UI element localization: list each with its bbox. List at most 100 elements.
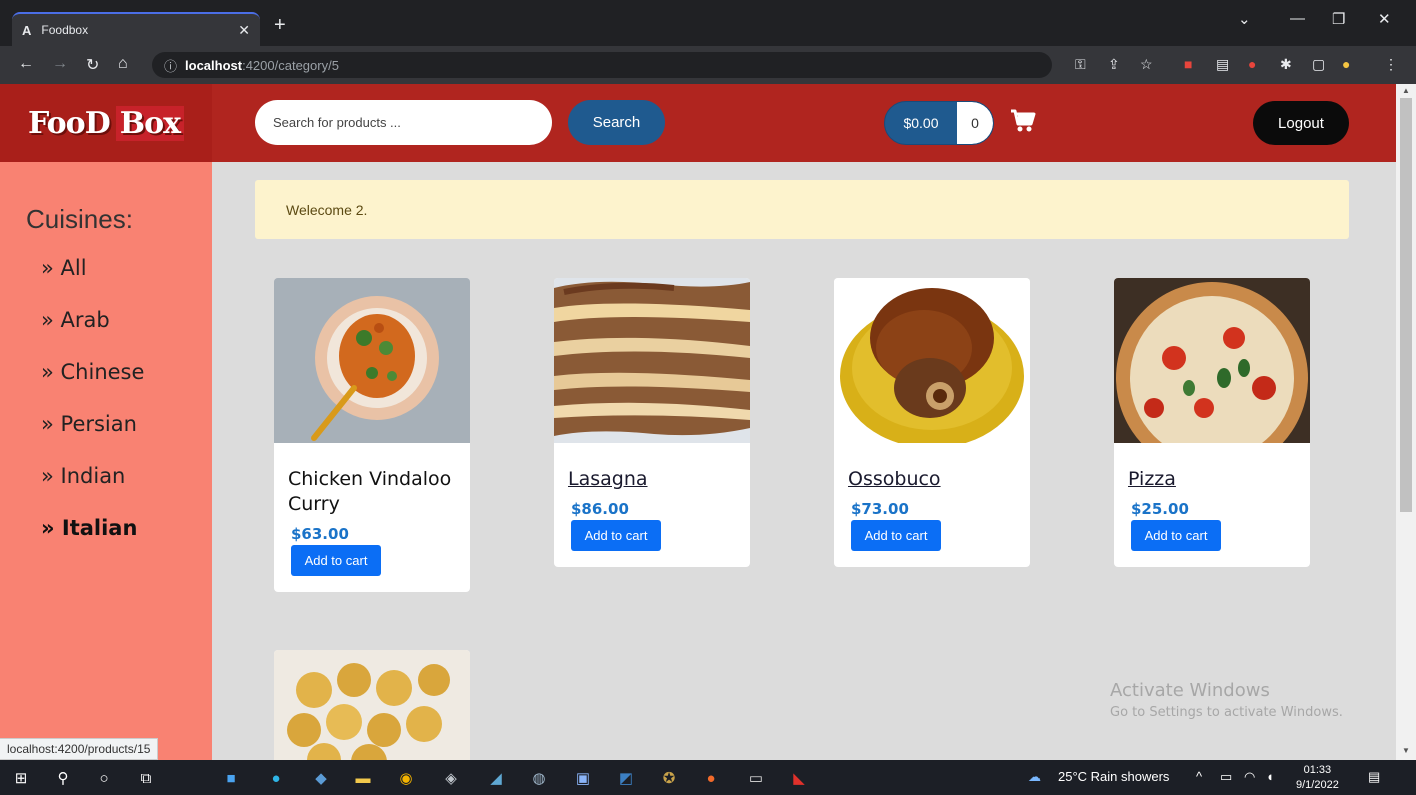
- tab-search-icon[interactable]: ⌄: [1238, 10, 1251, 28]
- bookmark-star-icon[interactable]: ☆: [1140, 56, 1153, 73]
- browser-tab[interactable]: A Foodbox ✕: [12, 12, 260, 46]
- scroll-up-icon[interactable]: ▲: [1402, 86, 1410, 95]
- browser-toolbar: ← → ↻ ⌂ ⓘ localhost :4200/category/5 ⚿ ⇪…: [0, 46, 1416, 84]
- extension-icon[interactable]: ▤: [1216, 56, 1229, 73]
- search-icon[interactable]: ⚲: [52, 767, 74, 789]
- product-price: $25.00: [1131, 500, 1189, 518]
- app-icon[interactable]: ▣: [572, 767, 594, 789]
- app-icon[interactable]: ◍: [528, 767, 550, 789]
- cart-amount: $0.00: [903, 115, 939, 131]
- status-url-tooltip: localhost:4200/products/15: [0, 738, 159, 760]
- tab-close-icon[interactable]: ✕: [238, 22, 250, 39]
- app-icon[interactable]: ◆: [310, 767, 332, 789]
- minimize-icon[interactable]: —: [1290, 10, 1305, 27]
- ossobuco-image[interactable]: [834, 278, 1030, 443]
- product-name-link[interactable]: Lasagna: [568, 467, 736, 492]
- terminal-icon[interactable]: ▭: [745, 767, 767, 789]
- cortana-icon[interactable]: ○: [93, 767, 115, 789]
- lasagna-image[interactable]: [554, 278, 750, 443]
- tray-chevron-icon[interactable]: ^: [1196, 769, 1202, 784]
- edge-icon[interactable]: ●: [265, 767, 287, 789]
- clock-date: 9/1/2022: [1296, 779, 1339, 791]
- side-panel-icon[interactable]: ▢: [1312, 56, 1325, 73]
- product-price: $86.00: [571, 500, 629, 518]
- site-info-icon[interactable]: ⓘ: [164, 56, 177, 75]
- page-scrollbar[interactable]: ▲ ▼: [1396, 84, 1416, 760]
- extension-icon[interactable]: ■: [1184, 56, 1192, 72]
- sidebar-item-persian[interactable]: » Persian: [41, 412, 137, 436]
- url-path: :4200/category/5: [242, 57, 339, 73]
- app-icon[interactable]: ✪: [658, 767, 680, 789]
- address-bar[interactable]: ⓘ localhost :4200/category/5: [152, 52, 1052, 78]
- url-host: localhost: [185, 57, 243, 73]
- sidebar-item-all[interactable]: » All: [41, 256, 87, 280]
- back-icon[interactable]: ←: [18, 55, 34, 73]
- task-view-icon[interactable]: ⧉: [135, 767, 157, 789]
- notification-icon[interactable]: ▤: [1368, 769, 1380, 785]
- sidebar-item-indian[interactable]: » Indian: [41, 464, 125, 488]
- add-to-cart-button[interactable]: Add to cart: [1131, 520, 1221, 551]
- menu-icon[interactable]: ⋮: [1384, 56, 1398, 73]
- key-icon[interactable]: ⚿: [1075, 56, 1086, 73]
- activate-windows-watermark: Activate Windows Go to Settings to activ…: [1110, 680, 1343, 720]
- scrollbar-thumb[interactable]: [1400, 98, 1412, 512]
- app-icon[interactable]: ◩: [615, 767, 637, 789]
- file-explorer-icon[interactable]: ▬: [352, 767, 374, 789]
- product-card: Pizza $25.00 Add to cart: [1114, 278, 1310, 567]
- chrome-icon[interactable]: ◉: [395, 767, 417, 789]
- weather-text[interactable]: 25°C Rain showers: [1058, 769, 1169, 784]
- logo[interactable]: FooD Box: [0, 84, 212, 162]
- pdf-reader-icon[interactable]: ◣: [788, 767, 810, 789]
- product-name-link[interactable]: Ossobuco: [848, 467, 1016, 492]
- welcome-alert: Welecome 2.: [255, 180, 1349, 239]
- welcome-text: Welecome 2.: [286, 201, 368, 218]
- sidebar-item-italian[interactable]: » Italian: [41, 516, 137, 540]
- product-name-link[interactable]: Pizza: [1128, 467, 1296, 492]
- product-price: $73.00: [851, 500, 909, 518]
- page-viewport: FooDBox Search $0.00 0 Logout Cuisines: …: [0, 84, 1396, 760]
- reload-icon[interactable]: ↻: [86, 55, 99, 75]
- extension-icon[interactable]: ●: [1248, 56, 1256, 72]
- volume-icon[interactable]: ◖: [1266, 769, 1274, 784]
- puzzle-icon[interactable]: ✱: [1280, 56, 1292, 73]
- search-input[interactable]: [255, 100, 552, 145]
- new-tab-icon[interactable]: +: [274, 14, 286, 37]
- restore-icon[interactable]: ❐: [1332, 10, 1345, 28]
- sidebar-item-chinese[interactable]: » Chinese: [41, 360, 144, 384]
- tab-title: Foodbox: [41, 23, 89, 37]
- cart-status[interactable]: $0.00 0: [884, 101, 994, 145]
- close-window-icon[interactable]: ✕: [1378, 10, 1391, 28]
- product-card: Chicken Vindaloo Curry $63.00 Add to car…: [274, 278, 470, 592]
- product-card: [274, 650, 470, 760]
- logout-button[interactable]: Logout: [1253, 101, 1349, 145]
- shopping-cart-icon[interactable]: [1010, 108, 1036, 134]
- add-to-cart-button[interactable]: Add to cart: [291, 545, 381, 576]
- windows-start-icon[interactable]: ⊞: [10, 767, 32, 789]
- curry-bowl-image[interactable]: [274, 278, 470, 443]
- battery-icon[interactable]: ▭: [1220, 769, 1232, 785]
- profile-avatar[interactable]: ●: [1342, 56, 1350, 72]
- home-icon[interactable]: ⌂: [118, 55, 128, 73]
- product-card: Ossobuco $73.00 Add to cart: [834, 278, 1030, 567]
- pizza-image[interactable]: [1114, 278, 1310, 443]
- forward-icon[interactable]: →: [52, 55, 68, 73]
- watermark-title: Activate Windows: [1110, 680, 1270, 701]
- taskbar: ⊞ ⚲ ○ ⧉ ■ ● ◆ ▬ ◉ ◈ ◢ ◍ ▣ ◩ ✪ ● ▭ ◣ ☁ 25…: [0, 760, 1416, 795]
- share-icon[interactable]: ⇪: [1108, 56, 1120, 73]
- dumplings-image[interactable]: [274, 650, 470, 760]
- app-icon[interactable]: ●: [700, 767, 722, 789]
- scroll-down-icon[interactable]: ▼: [1402, 746, 1410, 755]
- app-icon[interactable]: ◢: [485, 767, 507, 789]
- weather-icon: ☁: [1028, 769, 1041, 784]
- logo-text-food: FooD: [28, 105, 111, 141]
- system-clock[interactable]: 01:33 9/1/2022: [1296, 763, 1339, 793]
- store-icon[interactable]: ■: [220, 767, 242, 789]
- wifi-icon[interactable]: ◠: [1244, 769, 1255, 785]
- add-to-cart-button[interactable]: Add to cart: [851, 520, 941, 551]
- add-to-cart-button[interactable]: Add to cart: [571, 520, 661, 551]
- logo-text-box: Box: [115, 105, 184, 141]
- search-button[interactable]: Search: [568, 100, 665, 145]
- app-icon[interactable]: ◈: [440, 767, 462, 789]
- browser-tabstrip: A Foodbox ✕ + ⌄ — ❐ ✕: [0, 0, 1416, 46]
- sidebar-item-arab[interactable]: » Arab: [41, 308, 110, 332]
